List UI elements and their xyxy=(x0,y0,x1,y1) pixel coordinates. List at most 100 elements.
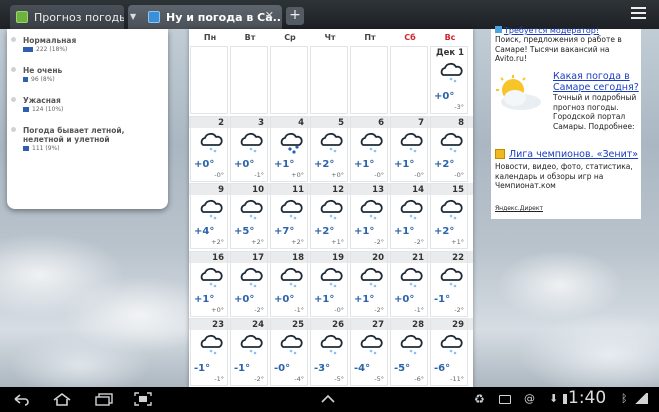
calendar-day[interactable]: 29 -6° -11° xyxy=(430,318,468,386)
calendar-day[interactable]: 14 +1° -2° xyxy=(390,183,428,249)
cloud-snow-icon xyxy=(360,199,383,220)
weekday-label: Вт xyxy=(244,33,256,42)
day-number: 2 xyxy=(218,118,224,128)
calendar-day[interactable]: 12 +2° +1° xyxy=(310,183,348,249)
night-temp: -2° xyxy=(414,238,424,246)
day-number: 25 xyxy=(292,320,304,330)
weekday-label: Чт xyxy=(324,33,336,42)
calendar-day[interactable]: 21 +0° -1° xyxy=(390,251,428,317)
poll-count: 111 (9%) xyxy=(32,145,60,152)
wifi-signal-icon xyxy=(634,393,648,404)
day-number: 13 xyxy=(372,185,384,195)
calendar-day[interactable]: 17 +0° -2° xyxy=(230,251,268,317)
back-icon[interactable] xyxy=(12,392,30,406)
calendar-day[interactable]: 22 -1° -2° xyxy=(430,251,468,317)
calendar-day[interactable]: 2 +0° -0° xyxy=(190,116,228,182)
day-temp: +0° xyxy=(394,294,415,305)
poll-option[interactable]: Не очень 96 (8%) xyxy=(11,66,62,83)
poll-option[interactable]: Ужасная 124 (10%) xyxy=(11,96,64,113)
screenshot-icon[interactable] xyxy=(134,392,152,406)
night-temp: -1° xyxy=(294,306,304,314)
cloud-snow-icon xyxy=(400,132,423,153)
day-number: 6 xyxy=(378,118,384,128)
radio-button[interactable] xyxy=(11,97,16,102)
night-temp: +0° xyxy=(291,171,304,179)
calendar-day[interactable]: 9 +4° +2° xyxy=(190,183,228,249)
day-number: 23 xyxy=(212,320,224,330)
sd-card-icon xyxy=(563,394,567,404)
night-temp: -0° xyxy=(414,171,424,179)
day-number: 17 xyxy=(252,253,264,263)
calendar-day[interactable]: 6 +1° -0° xyxy=(350,116,388,182)
ad-link-champions-league[interactable]: Лига чемпионов. «Зенит» xyxy=(509,149,638,160)
calendar-day[interactable]: 27 -4° -5° xyxy=(350,318,388,386)
calendar-day[interactable]: 24 -1° -2° xyxy=(230,318,268,386)
calendar-day[interactable]: 18 +0° -1° xyxy=(270,251,308,317)
calendar-day[interactable]: 28 -5° -6° xyxy=(390,318,428,386)
poll-option[interactable]: Погода бывает летной, нелетной и улетной… xyxy=(11,126,153,152)
calendar-day[interactable]: 8 +2° -0° xyxy=(430,116,468,182)
weekday-label: Пт xyxy=(364,33,376,42)
day-temp: +1° xyxy=(354,159,375,170)
sun-cloud-icon xyxy=(496,75,541,110)
cloud-snow-icon xyxy=(240,334,263,355)
poll-option[interactable]: Нормальная 222 (18%) xyxy=(11,36,76,53)
poll-count: 124 (10%) xyxy=(32,106,64,113)
night-temp: -0° xyxy=(454,171,464,179)
recent-apps-icon[interactable] xyxy=(94,392,114,406)
day-number: 12 xyxy=(332,185,344,195)
radio-button[interactable] xyxy=(11,67,16,72)
night-temp: -0° xyxy=(214,171,224,179)
night-temp: -2° xyxy=(374,238,384,246)
day-temp: -4° xyxy=(354,363,371,374)
cloud-snow-icon xyxy=(200,334,223,355)
day-temp: +0° xyxy=(434,91,455,102)
cloud-snow-icon xyxy=(440,62,463,83)
browser-tab-bar: Прогноз погоды н... ▼ Ну и погода в Са..… xyxy=(0,0,659,29)
calendar-day[interactable]: 5 +2° +0° xyxy=(310,116,348,182)
yandex-direct-link[interactable]: Яндекс.Директ xyxy=(495,205,543,212)
calendar-day[interactable]: 25 -0° -4° xyxy=(270,318,308,386)
weekday-label: Ср xyxy=(284,33,296,42)
calendar-day[interactable]: 15 +2° +1° xyxy=(430,183,468,249)
day-temp: +0° xyxy=(234,159,255,170)
day-temp: -5° xyxy=(394,363,411,374)
cloud-snow-icon xyxy=(440,132,463,153)
cloud-snow-icon xyxy=(200,267,223,288)
calendar-day[interactable]: Дек 1 +0° -3° xyxy=(430,46,468,114)
calendar-day[interactable]: 13 +1° -2° xyxy=(350,183,388,249)
calendar-day[interactable]: 16 +1° +0° xyxy=(190,251,228,317)
day-number: 28 xyxy=(412,320,424,330)
night-temp: -0° xyxy=(374,171,384,179)
night-temp: -3° xyxy=(454,103,464,111)
ad-text: Поиск, предложения о работе в Самаре! Ты… xyxy=(495,35,622,63)
new-tab-button[interactable]: + xyxy=(286,7,304,25)
chevron-up-icon[interactable] xyxy=(320,392,336,406)
calendar-day[interactable]: 3 +0° -1° xyxy=(230,116,268,182)
home-icon[interactable] xyxy=(52,392,72,406)
calendar-day[interactable]: 26 -3° -5° xyxy=(310,318,348,386)
calendar-day[interactable]: 23 -1° -1° xyxy=(190,318,228,386)
calendar-day[interactable]: 19 +1° -0° xyxy=(310,251,348,317)
radio-button[interactable] xyxy=(11,127,16,132)
calendar-day[interactable]: 4 +1° +0° xyxy=(270,116,308,182)
close-tab-icon[interactable]: ✕ xyxy=(265,9,274,22)
day-temp: +0° xyxy=(194,159,215,170)
ad-link-weather-samara[interactable]: Какая погода в Самаре сегодня? xyxy=(553,71,639,93)
cloud-snow-icon xyxy=(320,334,343,355)
day-temp: +7° xyxy=(274,226,295,237)
ad-link-moderator[interactable]: Требуется модератор! xyxy=(504,26,599,35)
ad-text: Точный и подробный прогноз погоды. Город… xyxy=(553,93,637,131)
calendar-empty-cell xyxy=(230,46,268,114)
radio-button[interactable] xyxy=(11,37,16,42)
calendar-day[interactable]: 7 +1° -0° xyxy=(390,116,428,182)
night-temp: -2° xyxy=(254,306,264,314)
tab-dropdown-icon[interactable]: ▼ xyxy=(130,12,136,21)
menu-icon[interactable] xyxy=(631,7,646,20)
tab-weather-forecast[interactable]: Прогноз погоды н... xyxy=(10,5,124,29)
weekday-label: Сб xyxy=(404,33,416,42)
calendar-day[interactable]: 10 +5° +2° xyxy=(230,183,268,249)
tab-active-weather[interactable]: ▼ Ну и погода в Са... ✕ xyxy=(128,5,282,29)
calendar-day[interactable]: 11 +7° +2° xyxy=(270,183,308,249)
calendar-day[interactable]: 20 +1° -2° xyxy=(350,251,388,317)
